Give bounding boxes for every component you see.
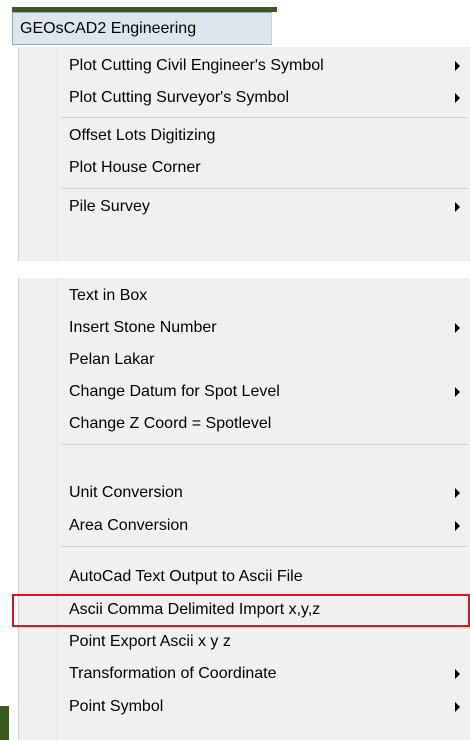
menu-item-label: Unit Conversion [69,484,183,501]
menu-item-label: Offset Lots Digitizing [69,127,216,144]
submenu-arrow-icon [455,488,460,498]
submenu-arrow-icon [455,521,460,531]
menu-item-change-z-coord-spotlevel[interactable]: Change Z Coord = Spotlevel [57,408,470,440]
menu-separator [61,546,468,547]
submenu-arrow-icon [455,202,460,212]
menu-item-label: Plot House Corner [69,159,201,176]
menu-item-label: Insert Stone Number [69,319,217,336]
menu-item-offset-lots-digitizing[interactable]: Offset Lots Digitizing [57,120,470,152]
menu-item-area-conversion[interactable]: Area Conversion [57,510,470,542]
menu-item-point-symbol[interactable]: Point Symbol [57,691,470,723]
menu-item-label: Area Conversion [69,517,189,534]
menu-icon-gutter [19,278,58,740]
menu-item-label: Text in Box [69,287,148,304]
submenu-arrow-icon [455,61,460,71]
menu-item-pelan-lakar[interactable]: Pelan Lakar [57,344,470,376]
menu-item-plot-cutting-surveyors-symbol[interactable]: Plot Cutting Surveyor's Symbol [57,82,470,114]
menu-item-label: AutoCad Text Output to Ascii File [69,568,303,585]
menu-item-label: Point Export Ascii x y z [69,633,231,650]
menu-item-text-in-box[interactable]: Text in Box [57,280,470,312]
menu-panel-lower: Text in Box Insert Stone Number Pelan La… [18,278,470,740]
menu-item-label: Point Symbol [69,698,164,715]
menu-item-unit-conversion[interactable]: Unit Conversion [57,477,470,509]
submenu-arrow-icon [455,702,460,712]
menu-icon-gutter [19,47,58,261]
menu-item-change-datum-for-spot-level[interactable]: Change Datum for Spot Level [57,376,470,408]
menu-item-label: Pelan Lakar [69,351,155,368]
background-window-edge [0,706,9,740]
submenu-arrow-icon [455,323,460,333]
highlight-box [12,594,470,627]
menu-title-geoscad2-engineering[interactable]: GEOsCAD2 Engineering [12,12,272,45]
menu-item-label: Pile Survey [69,198,150,215]
menu-panel-upper: Plot Cutting Civil Engineer's Symbol Plo… [18,47,470,261]
menu-item-autocad-text-output-to-ascii-file[interactable]: AutoCad Text Output to Ascii File [57,561,470,593]
menu-item-label: Change Z Coord = Spotlevel [69,415,272,432]
menu-item-transformation-of-coordinate[interactable]: Transformation of Coordinate [57,658,470,690]
menu-item-pile-survey[interactable]: Pile Survey [57,191,470,223]
submenu-arrow-icon [455,669,460,679]
submenu-arrow-icon [455,93,460,103]
menu-item-plot-house-corner[interactable]: Plot House Corner [57,152,470,184]
menu-separator [61,188,468,189]
menu-item-label: Transformation of Coordinate [69,665,277,682]
menu-item-plot-cutting-civil-engineers-symbol[interactable]: Plot Cutting Civil Engineer's Symbol [57,50,470,82]
menu-item-point-export-ascii[interactable]: Point Export Ascii x y z [57,626,470,658]
menu-separator [61,444,468,445]
menu-item-label: Plot Cutting Civil Engineer's Symbol [69,57,324,74]
menu-item-label: Plot Cutting Surveyor's Symbol [69,89,290,106]
menu-item-insert-stone-number[interactable]: Insert Stone Number [57,312,470,344]
submenu-arrow-icon [455,387,460,397]
menu-separator [61,117,468,118]
menu-item-label: Change Datum for Spot Level [69,383,280,400]
